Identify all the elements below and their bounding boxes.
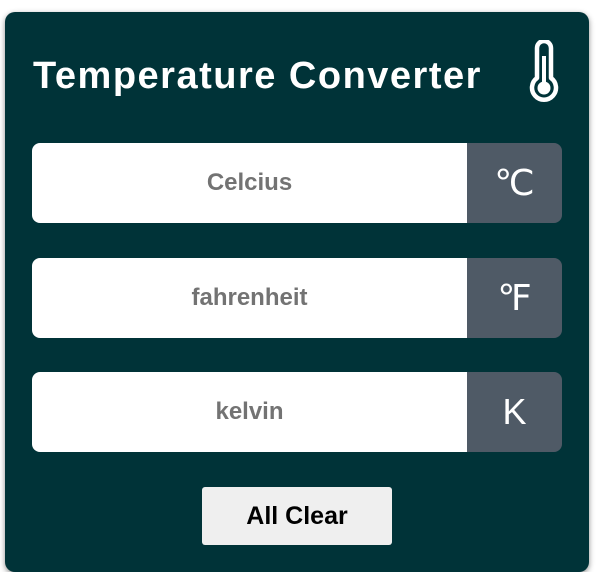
header: Temperature Converter [5, 40, 589, 112]
thermometer-icon [529, 40, 559, 102]
converter-card: Temperature Converter ℃ ℉ K All Clear [5, 12, 589, 572]
page-title: Temperature Converter [33, 55, 482, 97]
all-clear-button[interactable]: All Clear [202, 487, 392, 545]
fahrenheit-input[interactable] [32, 258, 467, 338]
celsius-input[interactable] [32, 143, 467, 223]
kelvin-field: K [32, 372, 562, 452]
kelvin-unit-label: K [467, 372, 562, 452]
celsius-field: ℃ [32, 143, 562, 223]
fahrenheit-unit-label: ℉ [467, 258, 562, 338]
celsius-unit-label: ℃ [467, 143, 562, 223]
kelvin-input[interactable] [32, 372, 467, 452]
fahrenheit-field: ℉ [32, 258, 562, 338]
